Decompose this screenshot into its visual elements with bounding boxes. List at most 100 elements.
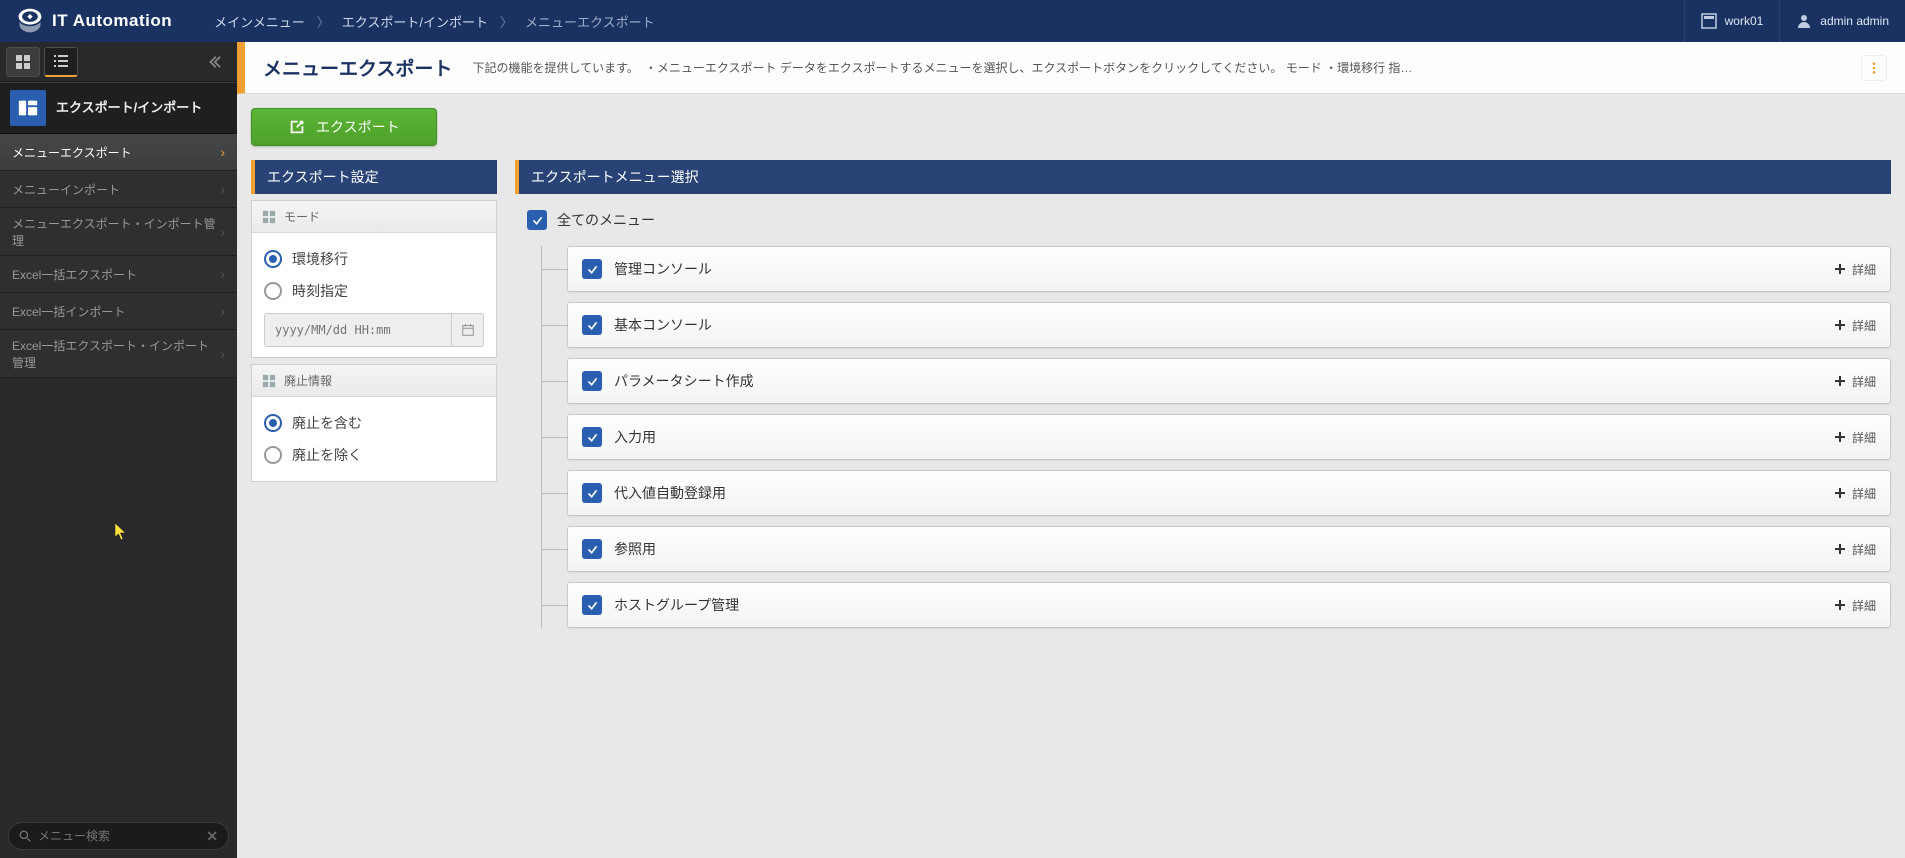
search-input[interactable] — [38, 829, 206, 843]
chevron-right-icon: › — [220, 346, 225, 362]
datetime-field — [264, 313, 484, 347]
radio-checked-icon — [264, 414, 282, 432]
discard-header: 廃止情報 — [252, 365, 496, 397]
sidebar: エクスポート/インポート メニューエクスポート› メニューインポート› メニュー… — [0, 42, 237, 858]
chevron-right-icon: › — [220, 224, 225, 240]
checkbox-checked-icon[interactable] — [582, 483, 602, 503]
page-description: 下記の機能を提供しています。 ・メニューエクスポート データをエクスポートするメ… — [472, 59, 1841, 76]
checkbox-checked-icon[interactable] — [582, 371, 602, 391]
group-label: エクスポート/インポート — [56, 100, 202, 116]
sidebar-toolbar — [0, 42, 237, 82]
discard-option-exclude-label: 廃止を除く — [292, 445, 362, 465]
plus-icon — [1834, 431, 1846, 443]
tree-item[interactable]: 管理コンソール 詳細 — [567, 246, 1891, 292]
sidebar-item-menu-import[interactable]: メニューインポート› — [0, 171, 237, 208]
top-bar: IT Automation メインメニュー 〉 エクスポート/インポート 〉 メ… — [0, 0, 1905, 42]
sidebar-item-label: メニューエクスポート・インポート管理 — [12, 215, 220, 249]
plus-icon — [1834, 599, 1846, 611]
detail-label: 詳細 — [1852, 485, 1876, 502]
mode-option-env-label: 環境移行 — [292, 249, 348, 269]
export-icon — [288, 118, 306, 136]
page-title: メニューエクスポート — [263, 54, 452, 81]
search-icon — [19, 830, 32, 843]
user-label: admin admin — [1820, 14, 1889, 28]
plus-icon — [1834, 487, 1846, 499]
detail-label: 詳細 — [1852, 373, 1876, 390]
detail-button[interactable]: 詳細 — [1834, 597, 1876, 614]
export-button[interactable]: エクスポート — [251, 108, 437, 146]
tree-item[interactable]: 入力用 詳細 — [567, 414, 1891, 460]
tree-item[interactable]: 参照用 詳細 — [567, 526, 1891, 572]
app-logo[interactable]: IT Automation — [0, 7, 188, 35]
tree-item[interactable]: 代入値自動登録用 詳細 — [567, 470, 1891, 516]
detail-button[interactable]: 詳細 — [1834, 541, 1876, 558]
chevron-right-icon: 〉 — [317, 12, 330, 31]
discard-option-include-label: 廃止を含む — [292, 413, 362, 433]
mode-option-time-label: 時刻指定 — [292, 281, 348, 301]
blocks-icon — [262, 210, 276, 224]
mode-option-time[interactable]: 時刻指定 — [264, 275, 484, 307]
user-chip[interactable]: admin admin — [1779, 0, 1905, 42]
mode-option-env[interactable]: 環境移行 — [264, 243, 484, 275]
discard-option-include[interactable]: 廃止を含む — [264, 407, 484, 439]
plus-icon — [1834, 319, 1846, 331]
tree-item-label: パラメータシート作成 — [614, 371, 754, 391]
tree-item[interactable]: ホストグループ管理 詳細 — [567, 582, 1891, 628]
plus-icon — [1834, 263, 1846, 275]
checkbox-checked-icon[interactable] — [582, 427, 602, 447]
detail-button[interactable]: 詳細 — [1834, 317, 1876, 334]
sidebar-collapse-button[interactable] — [197, 47, 231, 77]
tree-item[interactable]: パラメータシート作成 詳細 — [567, 358, 1891, 404]
tree-item-label: 基本コンソール — [614, 315, 712, 335]
chevron-right-icon: › — [220, 266, 225, 282]
detail-button[interactable]: 詳細 — [1834, 261, 1876, 278]
breadcrumb-item-0[interactable]: メインメニュー — [214, 12, 305, 31]
logo-icon — [16, 7, 44, 35]
calendar-button[interactable] — [451, 314, 483, 346]
sidebar-item-label: Excel一括エクスポート・インポート管理 — [12, 337, 220, 371]
chevron-right-icon: › — [220, 303, 225, 319]
checkbox-checked-icon[interactable] — [582, 259, 602, 279]
sidebar-group-header[interactable]: エクスポート/インポート — [0, 82, 237, 134]
discard-option-exclude[interactable]: 廃止を除く — [264, 439, 484, 471]
view-list-button[interactable] — [44, 47, 78, 77]
datetime-input[interactable] — [265, 315, 451, 345]
more-button[interactable] — [1861, 55, 1887, 81]
radio-unchecked-icon — [264, 446, 282, 464]
mode-header-label: モード — [284, 208, 320, 225]
sidebar-item-excel-import[interactable]: Excel一括インポート› — [0, 293, 237, 330]
calendar-icon — [461, 323, 475, 337]
radio-checked-icon — [264, 250, 282, 268]
mode-setting-box: モード 環境移行 時刻指定 — [251, 200, 497, 358]
tree-item-label: ホストグループ管理 — [614, 595, 739, 615]
view-grid-button[interactable] — [6, 47, 40, 77]
radio-unchecked-icon — [264, 282, 282, 300]
sidebar-item-excel-export-import-manage[interactable]: Excel一括エクスポート・インポート管理› — [0, 330, 237, 378]
tree-item[interactable]: 基本コンソール 詳細 — [567, 302, 1891, 348]
checkbox-checked-icon[interactable] — [527, 210, 547, 230]
plus-icon — [1834, 375, 1846, 387]
sidebar-item-label: Excel一括エクスポート — [12, 266, 137, 283]
discard-setting-box: 廃止情報 廃止を含む 廃止を除く — [251, 364, 497, 482]
workspace-icon — [1701, 13, 1717, 29]
sidebar-item-excel-export[interactable]: Excel一括エクスポート › — [0, 256, 237, 293]
checkbox-checked-icon[interactable] — [582, 595, 602, 615]
detail-button[interactable]: 詳細 — [1834, 429, 1876, 446]
detail-button[interactable]: 詳細 — [1834, 373, 1876, 390]
breadcrumb: メインメニュー 〉 エクスポート/インポート 〉 メニューエクスポート — [188, 12, 655, 31]
breadcrumb-item-1[interactable]: エクスポート/インポート — [342, 12, 488, 31]
workspace-chip[interactable]: work01 — [1684, 0, 1780, 42]
breadcrumb-item-2[interactable]: メニューエクスポート — [525, 12, 655, 31]
sidebar-item-menu-export[interactable]: メニューエクスポート› — [0, 134, 237, 171]
checkbox-checked-icon[interactable] — [582, 315, 602, 335]
sidebar-item-menu-export-import-manage[interactable]: メニューエクスポート・インポート管理› — [0, 208, 237, 256]
detail-button[interactable]: 詳細 — [1834, 485, 1876, 502]
export-button-label: エクスポート — [316, 117, 400, 137]
mode-header: モード — [252, 201, 496, 233]
clear-search-button[interactable]: ✕ — [206, 828, 218, 845]
checkbox-checked-icon[interactable] — [582, 539, 602, 559]
chevron-left-icon — [207, 55, 221, 69]
plus-icon — [1834, 543, 1846, 555]
tree-root-all[interactable]: 全てのメニュー — [515, 204, 1891, 236]
tree-root-label: 全てのメニュー — [557, 210, 655, 230]
